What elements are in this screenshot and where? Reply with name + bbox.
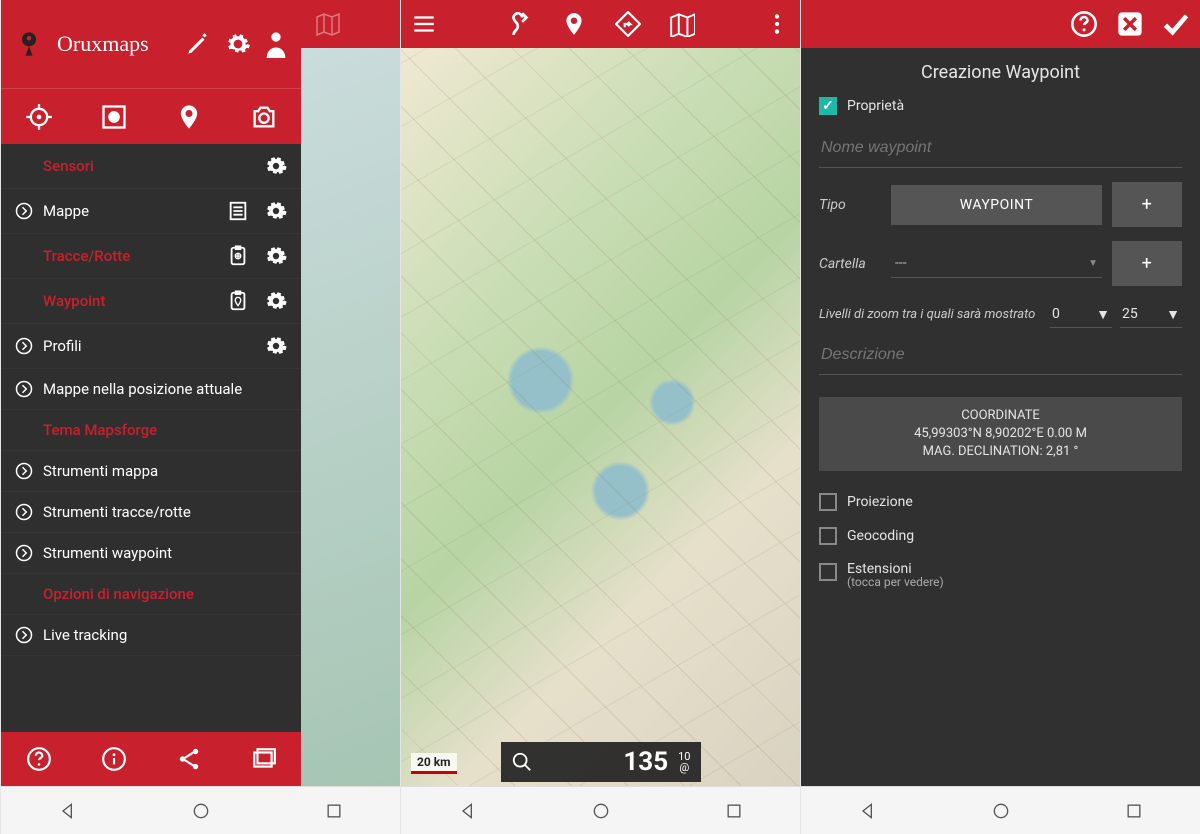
folder-add-button[interactable]: +: [1112, 241, 1182, 286]
zoom-min-select[interactable]: 0▼: [1050, 302, 1112, 328]
proiezione-checkbox[interactable]: Proiezione: [819, 485, 1182, 519]
page-title: Creazione Waypoint: [801, 48, 1200, 91]
type-add-button[interactable]: +: [1112, 182, 1182, 227]
chevron-right-icon: [15, 202, 33, 220]
menu-strum-waypoint[interactable]: Strumenti waypoint: [1, 533, 301, 574]
scale-bar: 20 km: [411, 753, 457, 774]
android-navbar: [1, 786, 400, 834]
screen-map: 20 km 135 10 @: [400, 0, 800, 834]
nav-drawer: Oruxmaps Sensori Mapp: [1, 0, 301, 786]
drawer-toolbar: [1, 88, 301, 144]
gear-icon[interactable]: [225, 31, 251, 57]
gear-icon[interactable]: [265, 335, 287, 357]
topbar: [801, 0, 1200, 48]
menu-strum-mappa[interactable]: Strumenti mappa: [1, 451, 301, 492]
type-label: Tipo: [819, 197, 881, 213]
description-input[interactable]: [819, 336, 1182, 375]
topbar: [301, 0, 400, 48]
menu-mappe-pos[interactable]: Mappe nella posizione attuale: [1, 369, 301, 410]
menu-icon[interactable]: [411, 11, 437, 37]
drawer-header: Oruxmaps: [1, 0, 301, 88]
chevron-right-icon: [15, 380, 33, 398]
back-icon[interactable]: [58, 801, 78, 821]
map-background: Oruxmaps Sensori Mapp: [1, 0, 400, 786]
zoom-value: 135: [543, 747, 669, 777]
properties-checkbox[interactable]: Proprietà: [819, 91, 1182, 121]
waypoint-name-input[interactable]: [819, 129, 1182, 168]
gear-icon[interactable]: [265, 245, 287, 267]
topbar: [401, 0, 800, 48]
estensioni-checkbox[interactable]: Estensioni (tocca per vedere): [819, 553, 1182, 597]
recent-icon[interactable]: [724, 801, 744, 821]
folder-label: Cartella: [819, 256, 881, 272]
recent-icon[interactable]: [324, 801, 344, 821]
android-navbar: [401, 786, 800, 834]
gear-icon[interactable]: [265, 290, 287, 312]
route-icon[interactable]: [507, 11, 533, 37]
list-icon[interactable]: [227, 200, 249, 222]
gear-icon[interactable]: [265, 200, 287, 222]
camera-icon[interactable]: [250, 103, 278, 131]
home-icon[interactable]: [591, 801, 611, 821]
map-icon[interactable]: [315, 11, 341, 37]
back-icon[interactable]: [858, 801, 878, 821]
menu-sensori[interactable]: Sensori: [1, 144, 301, 189]
type-button[interactable]: WAYPOINT: [891, 185, 1102, 225]
close-icon[interactable]: [1116, 10, 1144, 38]
chevron-right-icon: [15, 337, 33, 355]
menu-waypoint[interactable]: Waypoint: [1, 279, 301, 324]
back-icon[interactable]: [458, 801, 478, 821]
gear-icon[interactable]: [265, 155, 287, 177]
help-icon[interactable]: [26, 746, 52, 772]
edit-icon[interactable]: [185, 31, 211, 57]
record-icon[interactable]: [100, 103, 128, 131]
drawer-menu: Sensori Mappe Tracce/Rotte Waypoint: [1, 144, 301, 732]
menu-strum-tracce[interactable]: Strumenti tracce/rotte: [1, 492, 301, 533]
home-icon[interactable]: [991, 801, 1011, 821]
geocoding-checkbox[interactable]: Geocoding: [819, 519, 1182, 553]
folder-select[interactable]: ---▼: [891, 249, 1102, 278]
pin-icon[interactable]: [175, 103, 203, 131]
app-logo-icon: [15, 30, 43, 58]
map-canvas[interactable]: 20 km 135 10 @: [401, 48, 800, 786]
confirm-icon[interactable]: [1162, 10, 1190, 38]
help-icon[interactable]: [1070, 10, 1098, 38]
zoom-max-select[interactable]: 25▼: [1120, 302, 1182, 328]
target-icon[interactable]: [25, 103, 53, 131]
chevron-right-icon: [15, 503, 33, 521]
gallery-icon[interactable]: [251, 746, 277, 772]
screen-drawer: Oruxmaps Sensori Mapp: [0, 0, 400, 834]
clipboard-pin-icon[interactable]: [227, 290, 249, 312]
drawer-footer: [1, 732, 301, 786]
clipboard-icon[interactable]: [227, 245, 249, 267]
android-navbar: [801, 786, 1200, 834]
share-icon[interactable]: [176, 746, 202, 772]
more-icon[interactable]: [764, 11, 790, 37]
directions-icon[interactable]: [615, 11, 641, 37]
menu-opzioni-nav[interactable]: Opzioni di navigazione: [1, 574, 301, 615]
screen-waypoint-form: Creazione Waypoint Proprietà Tipo WAYPOI…: [800, 0, 1200, 834]
map-icon[interactable]: [669, 11, 695, 37]
coordinate-panel[interactable]: COORDINATE 45,99303°N 8,90202°E 0.00 M M…: [819, 397, 1182, 471]
menu-tema[interactable]: Tema Mapsforge: [1, 410, 301, 451]
chevron-right-icon: [15, 626, 33, 644]
menu-mappe[interactable]: Mappe: [1, 189, 301, 234]
app-name: Oruxmaps: [57, 31, 149, 57]
chevron-right-icon: [15, 462, 33, 480]
menu-profili[interactable]: Profili: [1, 324, 301, 369]
home-icon[interactable]: [191, 801, 211, 821]
pin-icon[interactable]: [561, 11, 587, 37]
menu-tracce[interactable]: Tracce/Rotte: [1, 234, 301, 279]
info-icon[interactable]: [101, 746, 127, 772]
zoom-range-label: Livelli di zoom tra i quali sarà mostrat…: [819, 307, 1042, 323]
search-icon[interactable]: [511, 751, 533, 773]
chevron-right-icon: [15, 544, 33, 562]
menu-live-tracking[interactable]: Live tracking: [1, 615, 301, 656]
recent-icon[interactable]: [1124, 801, 1144, 821]
user-icon[interactable]: [265, 30, 287, 58]
zoom-panel[interactable]: 135 10 @: [501, 742, 701, 782]
